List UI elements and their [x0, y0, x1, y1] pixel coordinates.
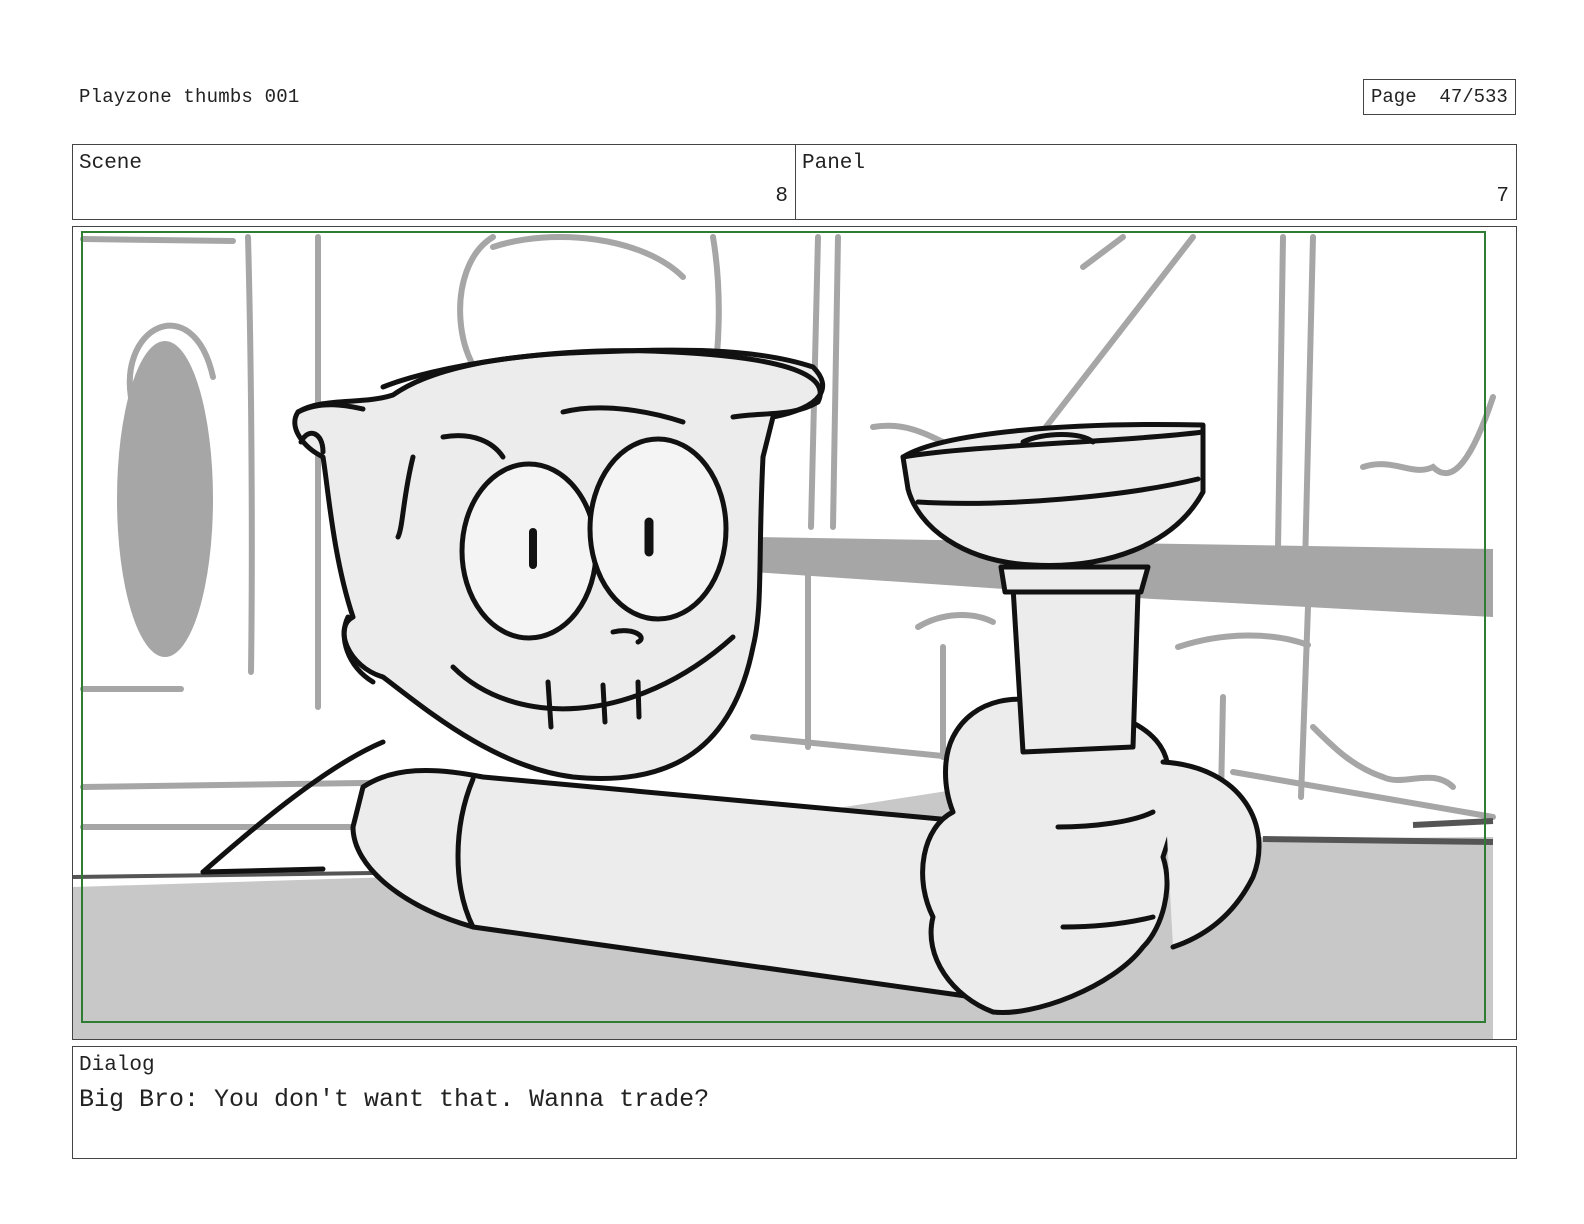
panel-number: 7	[1496, 185, 1509, 208]
document-title: Playzone thumbs 001	[79, 86, 300, 108]
page-label: Page	[1371, 86, 1417, 108]
page-number: 47/533	[1439, 86, 1508, 108]
scene-panel-header: Scene 8 Panel 7	[72, 144, 1517, 220]
porthole-shape	[117, 341, 213, 657]
panel-label: Panel	[802, 152, 866, 175]
dialog-box: Dialog Big Bro: You don't want that. Wan…	[72, 1046, 1517, 1159]
dialog-text: Big Bro: You don't want that. Wanna trad…	[79, 1085, 710, 1114]
scene-label: Scene	[79, 152, 143, 175]
dialog-label: Dialog	[79, 1054, 155, 1077]
panel-cell: Panel 7	[796, 145, 1516, 219]
storyboard-frame	[72, 226, 1517, 1040]
scene-cell: Scene 8	[73, 145, 796, 219]
scene-number: 8	[775, 185, 788, 208]
storyboard-sketch	[73, 227, 1516, 1039]
page-indicator: Page 47/533	[1363, 79, 1516, 115]
cup-stem	[1010, 584, 1141, 755]
